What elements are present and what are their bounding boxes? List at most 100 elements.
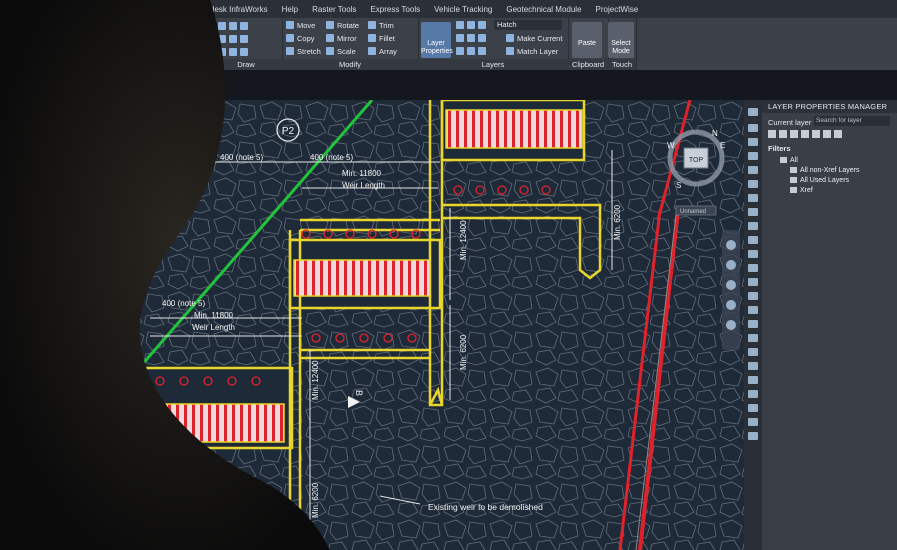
toolbar-tool-21-icon[interactable] [748,404,758,412]
spline-tool[interactable] [218,48,251,57]
new-layer-icon[interactable] [801,130,809,138]
toolbar-tool-9-icon[interactable] [748,236,758,244]
tab-vehicle-tracking[interactable]: Vehicle Tracking [434,5,492,14]
tab-projectwise[interactable]: ProjectWise [596,5,639,14]
layer-search-input[interactable]: Search for layer [814,116,890,126]
layer-properties-palette: LAYER PROPERTIES MANAGER Current layer S… [762,100,897,550]
toolbar-tool-16-icon[interactable] [748,334,758,342]
stretch-button[interactable]: Stretch [286,47,321,56]
layers-group: Layer Properties Hatch Make Current Matc… [418,18,569,70]
tree-item-all-used[interactable]: All Used Layers [790,177,849,184]
tab-raster-tools[interactable]: Raster Tools [312,5,356,14]
layer-tools-row2[interactable] [456,47,489,56]
new-group-filter-icon[interactable] [779,130,787,138]
rotate-button[interactable]: Rotate [326,21,359,30]
tree-item-all-non-xref[interactable]: All non-Xref Layers [790,167,860,174]
bulb-icon [456,21,464,29]
toolbar-tool-19-icon[interactable] [748,376,758,384]
draw-group-label[interactable]: Draw [210,59,282,70]
tab-geotechnical-module[interactable]: Geotechnical Module [506,5,581,14]
make-current-button[interactable]: Make Current [506,34,562,43]
weir-length-label-b: Weir Length [192,323,235,332]
layer-properties-button[interactable]: Layer Properties [421,22,453,58]
showmotion-icon[interactable] [726,320,736,330]
unnamed-label: Unnamed [680,209,706,215]
layer-state-icons[interactable] [456,21,489,30]
min-6200-label-b: Min. 6200 [459,334,468,370]
toolbar-tool-11-icon[interactable] [748,264,758,272]
layers-group-label[interactable]: Layers [418,59,568,70]
tab-express-tools[interactable]: Express Tools [370,5,420,14]
toolbar-tool-22-icon[interactable] [748,418,758,426]
delete-layer-icon[interactable] [823,130,831,138]
layer-unlock-icon [467,47,475,55]
paste-button[interactable]: Paste [572,22,602,58]
toolbar-tool-17-icon[interactable] [748,348,758,356]
line-tool[interactable] [218,22,251,31]
ribbon: iews Draw Move Rotate Trim Copy Mirror F… [120,18,897,71]
steering-wheel-icon[interactable] [726,240,736,250]
make-current-icon [506,34,514,42]
toolbar-tool-6-icon[interactable] [748,194,758,202]
layer-states-icon[interactable] [790,130,798,138]
modify-group-label[interactable]: Modify [282,59,418,70]
toolbar-tool-1-icon[interactable] [748,124,758,132]
copy-button[interactable]: Copy [286,34,315,43]
toolbar-tool-12-icon[interactable] [748,278,758,286]
scale-button[interactable]: Scale [326,47,356,56]
toolbar-tool-4-icon[interactable] [748,166,758,174]
fillet-button[interactable]: Fillet [368,34,395,43]
weir-length-label-a: Weir Length [342,181,385,190]
mirror-label: Mirror [337,34,357,43]
draw-group: Draw [210,18,283,70]
toolbar-tool-2-icon[interactable] [748,138,758,146]
min-6200-label-a: Min. 6200 [613,204,622,240]
toolbar-tool-14-icon[interactable] [748,306,758,314]
min-11800-label-b: Min. 11800 [194,311,234,320]
toolbar-tool-20-icon[interactable] [748,390,758,398]
tab-help[interactable]: Help [282,5,298,14]
set-current-icon[interactable] [834,130,842,138]
new-property-filter-icon[interactable] [768,130,776,138]
toolbar-tool-23-icon[interactable] [748,432,758,440]
section-b-label: B [354,390,364,396]
move-button[interactable]: Move [286,21,315,30]
toolbar-tool-8-icon[interactable] [748,222,758,230]
sun-icon [467,21,475,29]
circle-tool[interactable] [218,35,251,44]
copy-icon [286,34,294,42]
toolbar-tool-18-icon[interactable] [748,362,758,370]
filters-heading: Filters [768,144,791,153]
tree-item-xref[interactable]: Xref [790,187,813,194]
folder-icon [790,187,797,193]
layer-tools-row1[interactable] [456,34,489,43]
tree-item-all[interactable]: All [780,157,798,164]
layer-lock-icon [456,47,464,55]
toolbar-tool-3-icon[interactable] [748,152,758,160]
toolbar-tool-13-icon[interactable] [748,292,758,300]
toolbar-tool-10-icon[interactable] [748,250,758,258]
array-button[interactable]: Array [368,47,397,56]
pan-icon[interactable] [726,260,736,270]
note5-label-c: 400 (note 5) [162,299,205,308]
rectangle-icon [229,35,237,43]
trim-button[interactable]: Trim [368,21,394,30]
toolbar-tool-15-icon[interactable] [748,320,758,328]
toolbar-tool-7-icon[interactable] [748,208,758,216]
min-12400-label-a: Min. 12400 [459,220,468,260]
min-6200-label-c: Min. 6200 [311,482,320,518]
filter-icon [790,167,797,173]
drawing-canvas[interactable]: P2 400 (note 5) 400 (note 5) Min. 11800 … [120,98,744,550]
tree-item-non-xref-label: All non-Xref Layers [800,167,860,174]
layer-dropdown[interactable]: Hatch [494,20,562,30]
toolbar-close-icon[interactable] [748,108,758,116]
match-layer-button[interactable]: Match Layer [506,47,558,56]
zoom-icon[interactable] [726,280,736,290]
tree-item-all-label: All [790,157,798,164]
tab-infraworks[interactable]: desk InfraWorks [210,5,268,14]
select-mode-button[interactable]: Select Mode [608,22,634,58]
toolbar-tool-5-icon[interactable] [748,180,758,188]
mirror-button[interactable]: Mirror [326,34,357,43]
new-layer-vp-icon[interactable] [812,130,820,138]
orbit-icon[interactable] [726,300,736,310]
